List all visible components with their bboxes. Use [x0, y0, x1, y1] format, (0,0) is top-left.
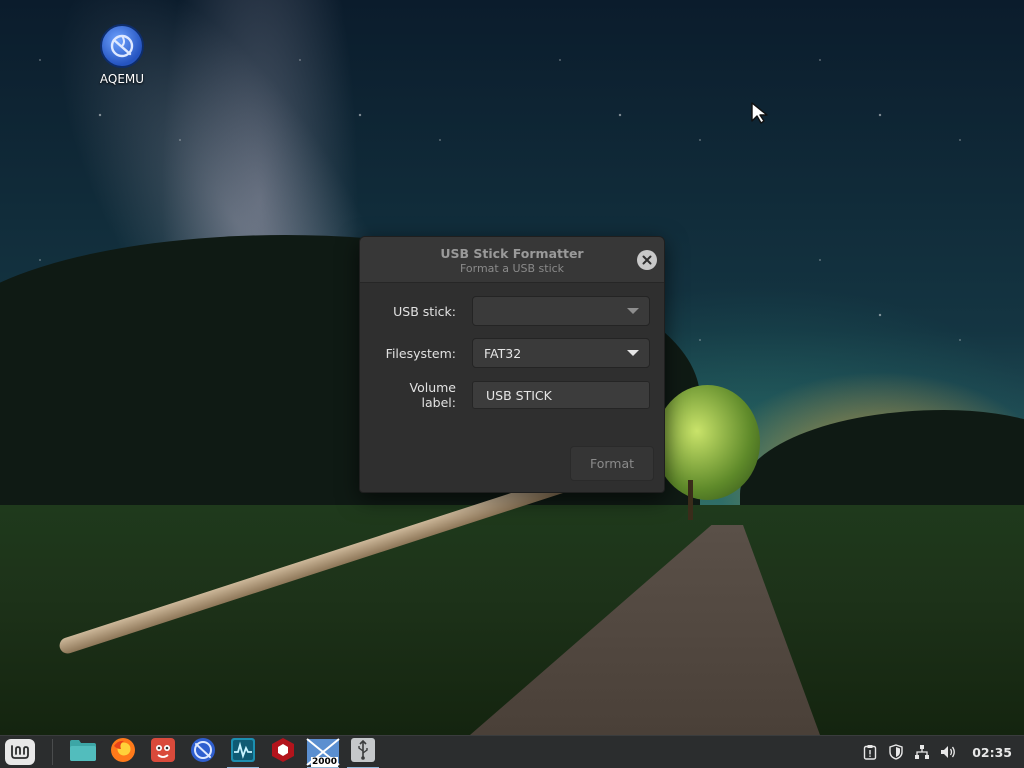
window-title: USB Stick Formatter [440, 246, 584, 261]
launcher-gimp[interactable] [143, 736, 183, 768]
taskbar: 2000 02:35 [0, 735, 1024, 768]
usb-stick-label: USB stick: [393, 303, 456, 319]
clipboard-icon[interactable] [862, 744, 878, 760]
windows-2000-badge: 2000 [311, 757, 339, 767]
windows-2000-icon: 2000 [306, 738, 340, 767]
mouse-pointer-icon [750, 101, 770, 129]
filesystem-row: Filesystem: FAT32 [372, 337, 652, 369]
launcher-group: 2000 [63, 736, 383, 768]
launcher-windows-2000[interactable]: 2000 [303, 736, 343, 768]
tree-trunk [688, 480, 693, 520]
window-titlebar[interactable]: USB Stick Formatter Format a USB stick [360, 237, 664, 283]
chevron-down-icon [627, 350, 639, 356]
usb-stick-formatter-window: USB Stick Formatter Format a USB stick U… [359, 236, 665, 493]
format-form: USB stick: Filesystem: FAT32 Volume labe… [360, 283, 664, 411]
firefox-icon [110, 737, 136, 767]
desktop-icon-aqemu[interactable]: AQEMU [92, 24, 152, 86]
filesystem-value: FAT32 [484, 345, 522, 361]
clock[interactable]: 02:35 [972, 745, 1012, 760]
taskbar-separator [52, 739, 53, 765]
filesystem-label: Filesystem: [385, 345, 456, 361]
chevron-down-icon [627, 308, 639, 314]
usb-stick-combobox[interactable] [472, 296, 650, 326]
launcher-firefox[interactable] [103, 736, 143, 768]
close-button[interactable] [637, 250, 657, 270]
qemu-icon [190, 737, 216, 767]
usb-icon [350, 737, 376, 767]
system-tray: 02:35 [862, 744, 1024, 760]
shield-icon[interactable] [888, 744, 904, 760]
network-icon[interactable] [914, 744, 930, 760]
system-monitor-icon [230, 737, 256, 767]
launcher-system-monitor[interactable] [223, 736, 263, 768]
launcher-ruby-app[interactable] [263, 736, 303, 768]
volume-label-row: Volume label: USB STICK [372, 379, 652, 411]
volume-label-input[interactable]: USB STICK [472, 381, 650, 409]
launcher-files[interactable] [63, 736, 103, 768]
linux-mint-logo-icon [5, 739, 35, 765]
ruby-hexagon-icon [271, 737, 295, 767]
usb-stick-row: USB stick: [372, 295, 652, 327]
launcher-aqemu[interactable] [183, 736, 223, 768]
close-icon [642, 255, 652, 265]
desktop-icon-label: AQEMU [99, 72, 145, 86]
volume-label-label: Volume label: [409, 380, 457, 410]
gimp-icon [150, 737, 176, 767]
window-subtitle: Format a USB stick [459, 262, 565, 275]
start-menu-button[interactable] [0, 736, 40, 768]
launcher-usb-stick-formatter[interactable] [343, 736, 383, 768]
folder-icon [69, 738, 97, 766]
volume-label-value: USB STICK [486, 387, 552, 403]
filesystem-combobox[interactable]: FAT32 [472, 338, 650, 368]
qemu-icon [100, 24, 144, 68]
format-button[interactable]: Format [570, 446, 654, 481]
volume-icon[interactable] [940, 744, 956, 760]
lit-tree [655, 385, 760, 500]
